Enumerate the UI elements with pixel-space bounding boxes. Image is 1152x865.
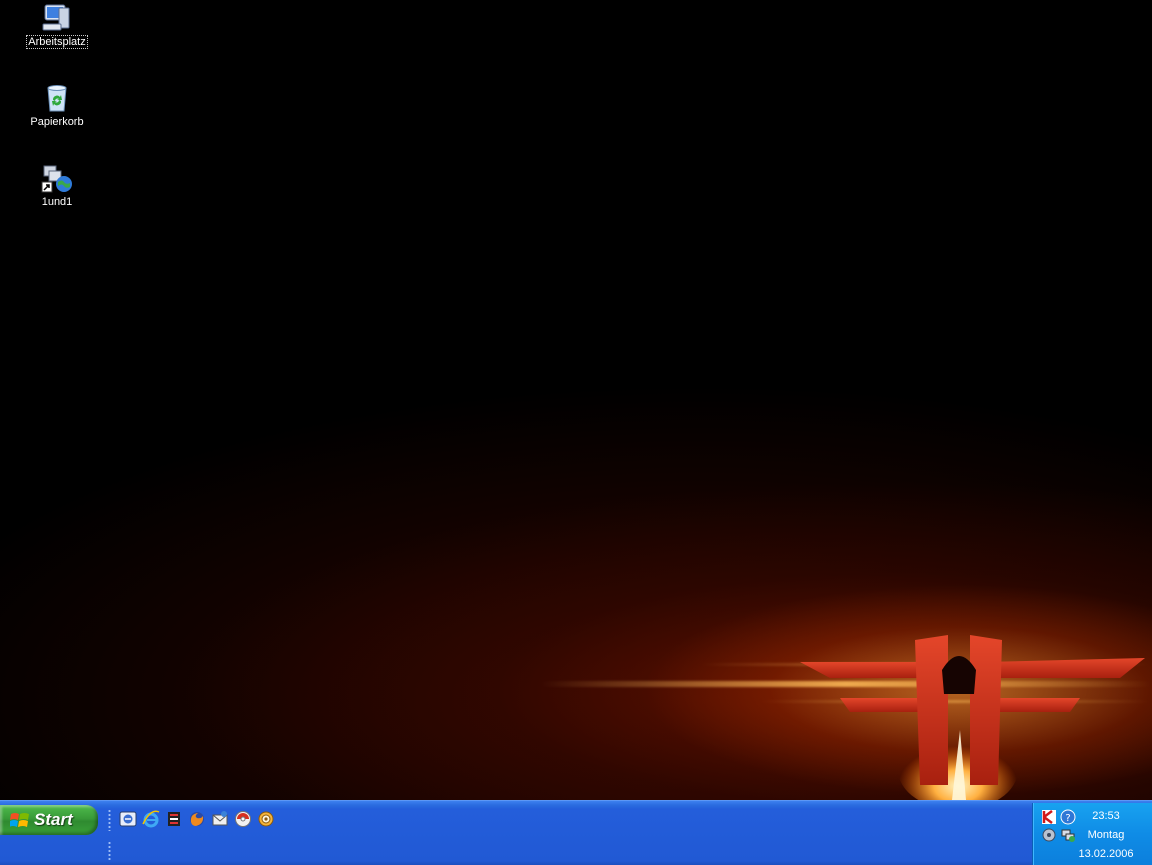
toolbar-grip[interactable] — [108, 809, 111, 831]
windows-logo-icon — [10, 813, 29, 827]
start-button[interactable]: Start — [0, 805, 98, 835]
media-player-icon[interactable] — [165, 810, 183, 828]
clock-date[interactable]: 13.02.2006 — [1071, 848, 1141, 860]
start-label: Start — [34, 810, 73, 829]
settings-gear-icon[interactable] — [257, 810, 275, 828]
clock-time[interactable]: 23:53 — [1071, 810, 1141, 822]
media-disc-icon[interactable] — [234, 810, 252, 828]
recycle-bin-icon — [47, 85, 67, 112]
desktop-icon-label: Papierkorb — [30, 116, 84, 128]
volume-icon[interactable] — [1041, 827, 1057, 843]
desktop-icon-label: 1und1 — [41, 196, 73, 208]
network-shortcut-icon — [41, 165, 72, 193]
desktop-icon-1und1[interactable]: 1und1 — [19, 162, 95, 208]
email-client-icon[interactable] — [211, 810, 229, 828]
desktop[interactable]: Arbeitsplatz Papierkorb 1und1 — [0, 0, 1152, 800]
clock-weekday[interactable]: Montag — [1071, 829, 1141, 841]
taskbar: Start ? 23:53 Montag 13.02.2006 — [0, 800, 1152, 865]
desktop-icon-label: Arbeitsplatz — [26, 35, 88, 49]
desktop-icon-papierkorb[interactable]: Papierkorb — [19, 82, 95, 128]
internet-explorer-icon[interactable] — [142, 810, 160, 828]
kaspersky-icon[interactable] — [1041, 809, 1057, 825]
firefox-icon[interactable] — [188, 810, 206, 828]
desktop-icon-arbeitsplatz[interactable]: Arbeitsplatz — [19, 2, 95, 49]
system-tray: ? 23:53 Montag 13.02.2006 — [1032, 803, 1152, 865]
wallpaper-emblem — [800, 635, 1145, 800]
show-desktop-icon[interactable] — [119, 810, 137, 828]
toolbar-grip[interactable] — [108, 841, 111, 861]
my-computer-icon — [42, 4, 70, 31]
svg-text:?: ? — [1065, 813, 1070, 824]
